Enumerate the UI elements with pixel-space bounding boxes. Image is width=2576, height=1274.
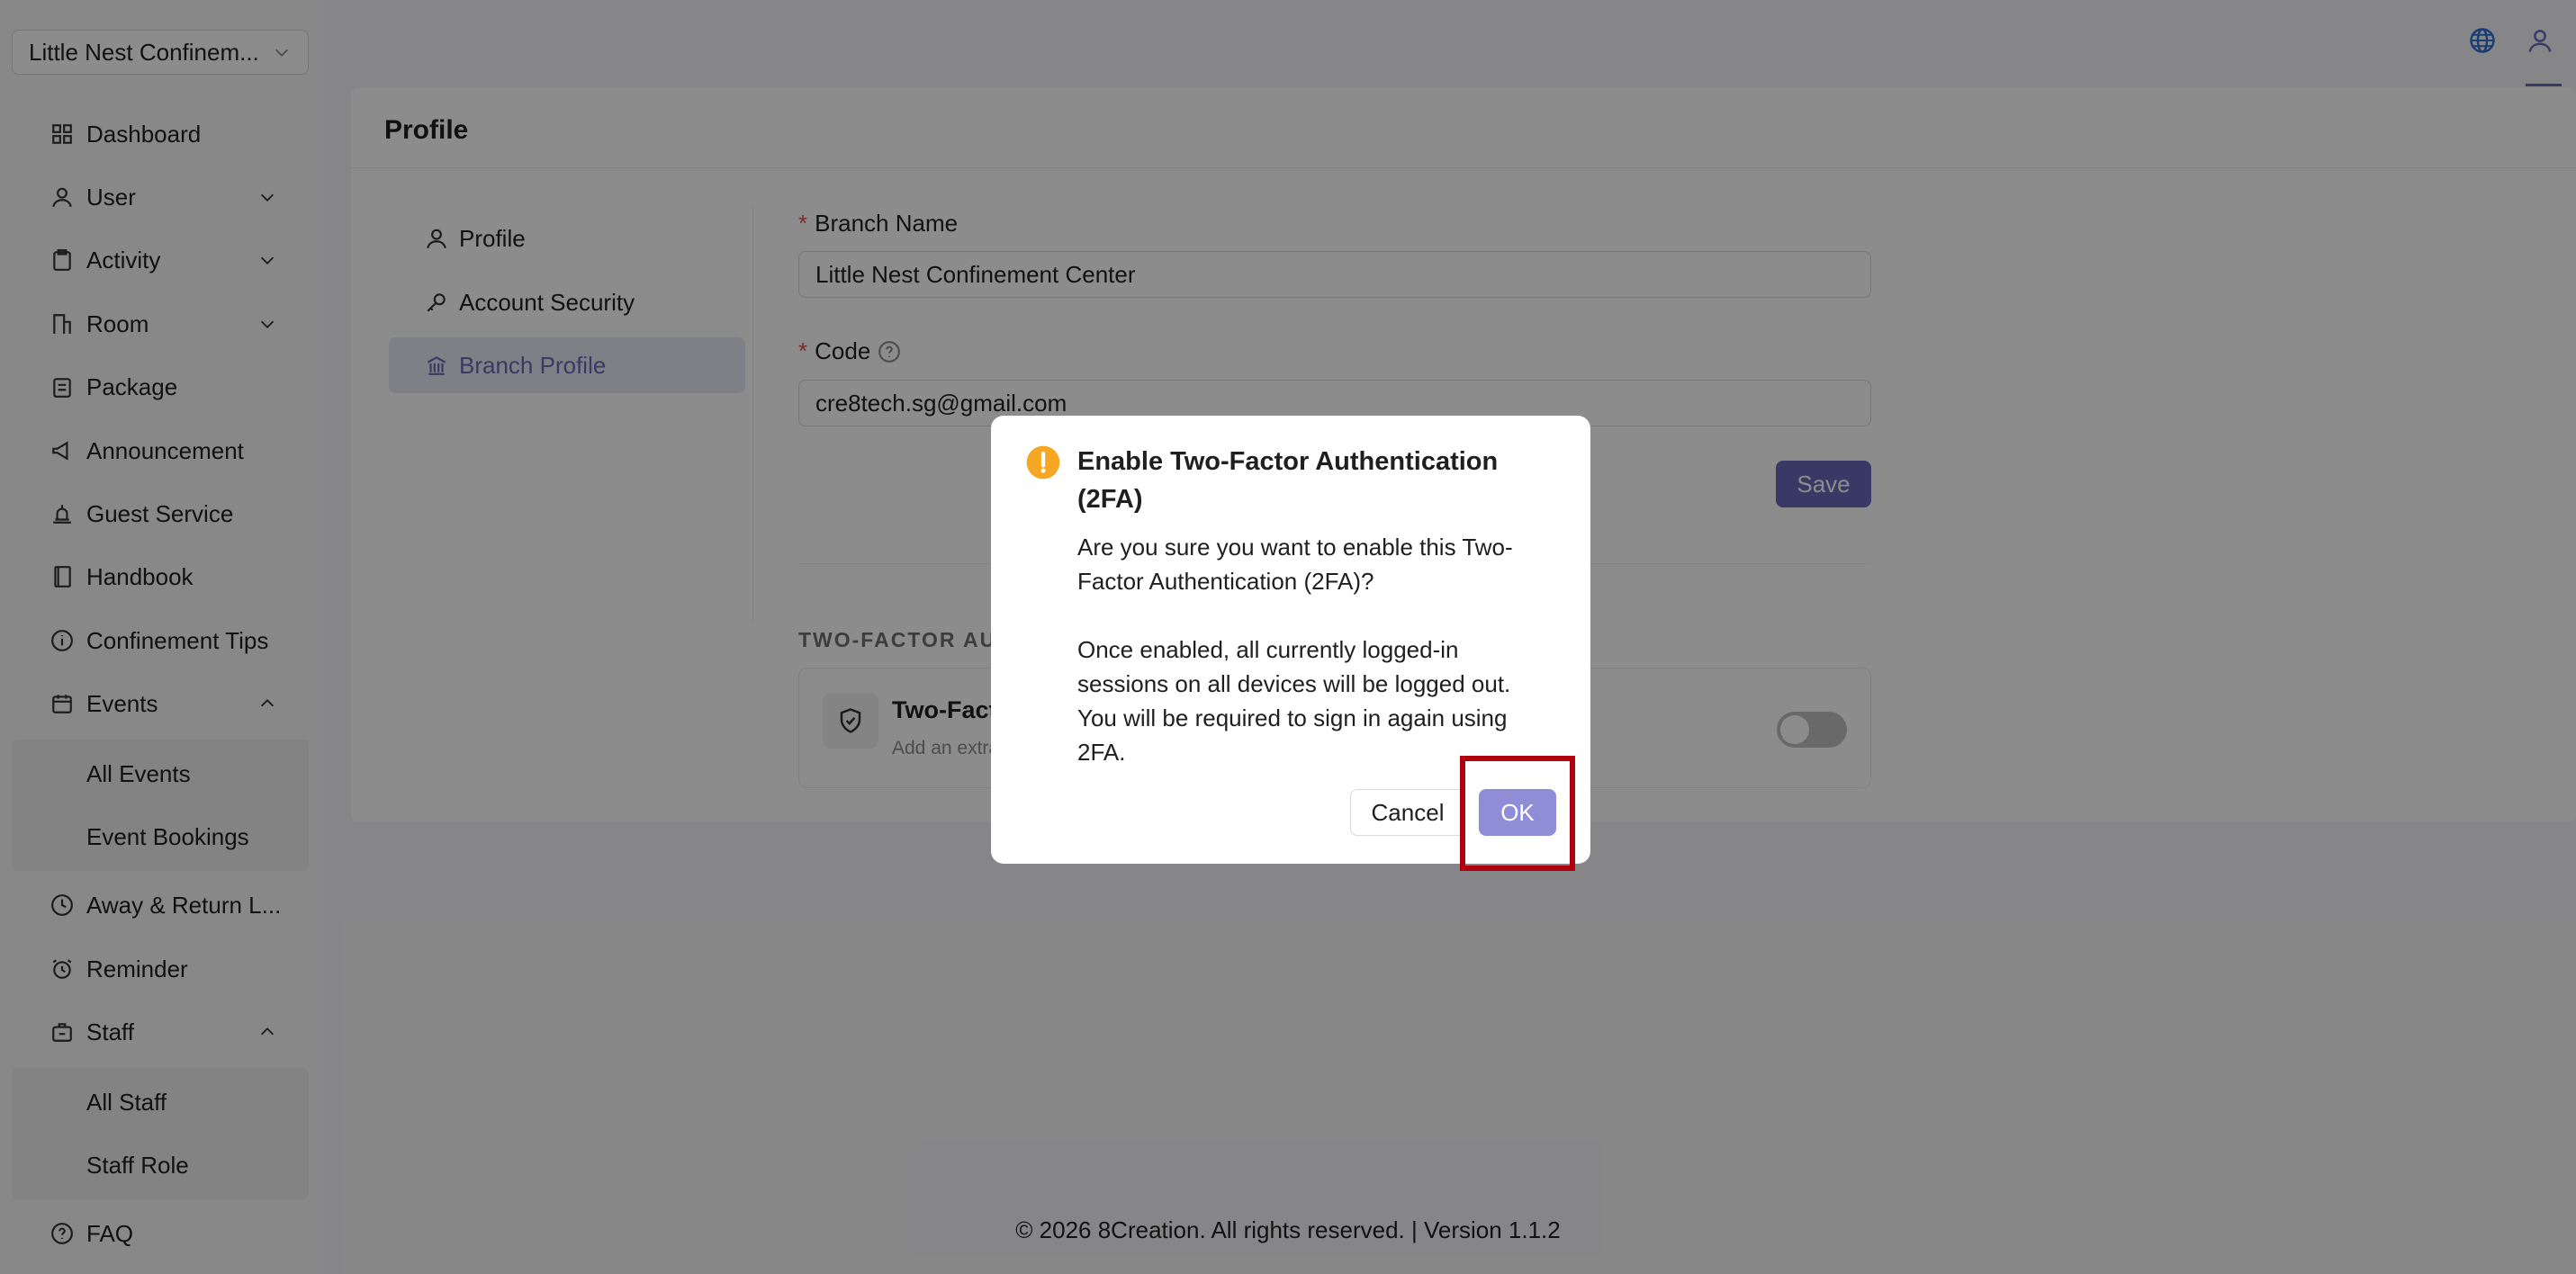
warning-icon (1026, 445, 1060, 480)
dialog-title: Enable Two-Factor Authentication (2FA) (1077, 447, 1499, 514)
dialog-message: Are you sure you want to enable this Two… (1077, 534, 1513, 766)
highlight-box (1460, 756, 1575, 871)
cancel-button[interactable]: Cancel (1350, 789, 1465, 836)
